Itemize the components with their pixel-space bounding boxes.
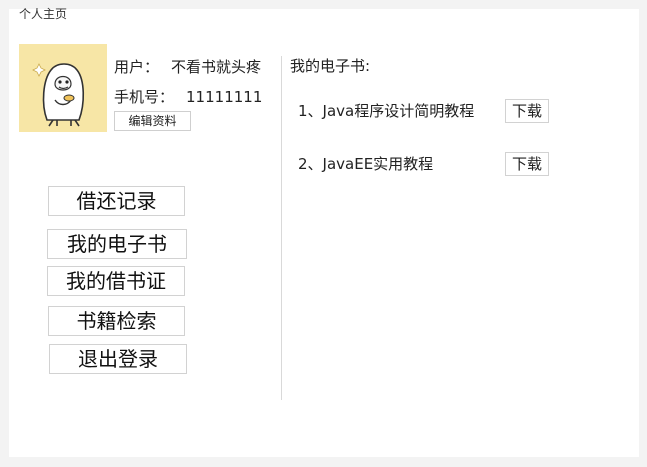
- nav-borrow-records-button[interactable]: 借还记录: [48, 186, 185, 216]
- edit-profile-button[interactable]: 编辑资料: [114, 111, 191, 131]
- page-title: 个人主页: [19, 7, 68, 21]
- duck-avatar-icon: [32, 63, 85, 127]
- user-value: 不看书就头疼: [171, 58, 262, 76]
- phone-value: 11111111: [186, 88, 263, 106]
- phone-label: 手机号：: [114, 88, 175, 106]
- nav-book-search-button[interactable]: 书籍检索: [48, 306, 185, 336]
- avatar: [19, 44, 107, 132]
- download-button-1[interactable]: 下载: [505, 99, 549, 123]
- nav-logout-button[interactable]: 退出登录: [49, 344, 187, 374]
- phone-info: 手机号： 11111111: [114, 87, 262, 107]
- ebook-item-1: 1、Java程序设计简明教程: [298, 102, 475, 120]
- user-info: 用户： 不看书就头疼: [114, 57, 261, 77]
- nav-library-card-button[interactable]: 我的借书证: [47, 266, 185, 296]
- ebook-item-2: 2、JavaEE实用教程: [298, 155, 434, 173]
- ebooks-title: 我的电子书:: [290, 57, 371, 75]
- download-button-2[interactable]: 下载: [505, 152, 549, 176]
- nav-my-ebooks-button[interactable]: 我的电子书: [47, 229, 187, 259]
- vertical-divider: [281, 56, 282, 400]
- user-label: 用户：: [114, 58, 160, 76]
